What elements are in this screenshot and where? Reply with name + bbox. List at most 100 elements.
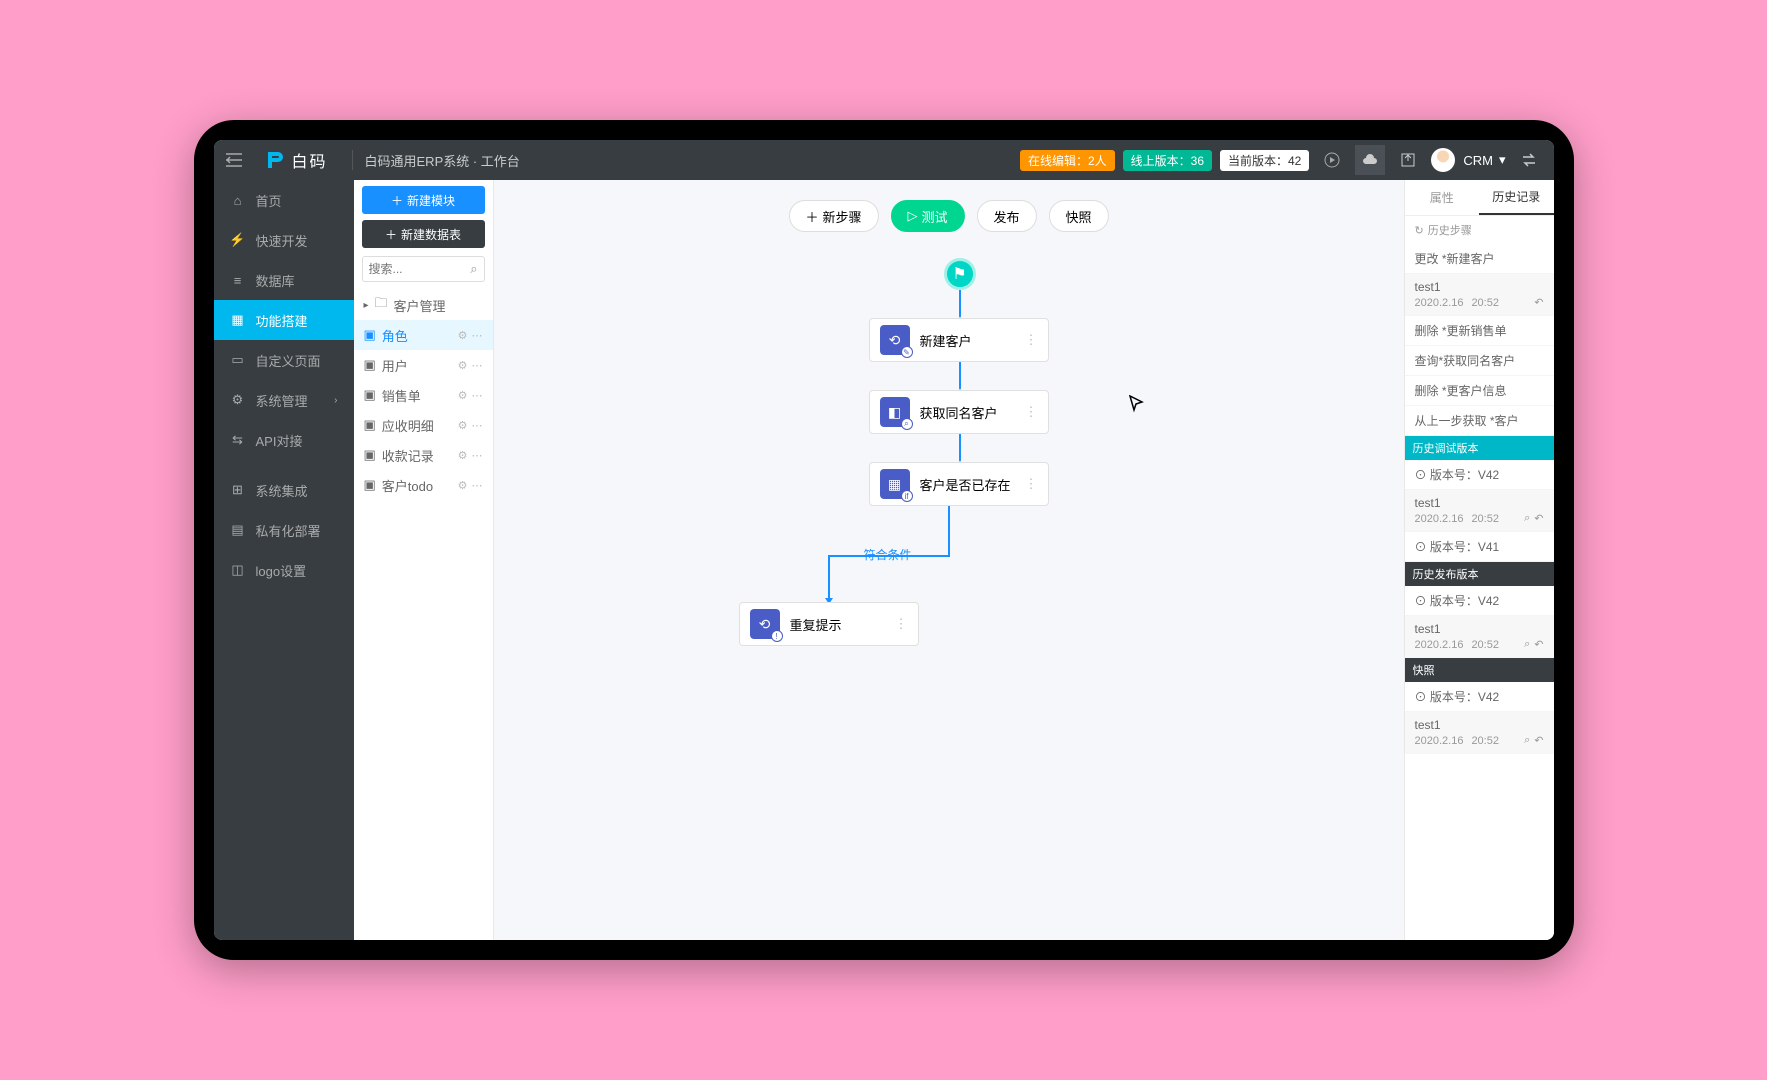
tree-item-user[interactable]: ▣用户⚙⋯: [354, 350, 493, 380]
version-entry[interactable]: test1 2020.2.1620:52⌕↶: [1405, 712, 1554, 754]
tree-item-receivable[interactable]: ▣应收明细⚙⋯: [354, 410, 493, 440]
tree-item-role[interactable]: ▣角色⚙⋯: [354, 320, 493, 350]
search-icon[interactable]: ⌕: [1524, 734, 1530, 747]
history-op[interactable]: 从上一步获取 *客户: [1405, 406, 1554, 436]
section-label: 历史步骤: [1428, 222, 1472, 238]
file-icon: ▣: [364, 327, 376, 343]
collapse-sidebar-icon[interactable]: [224, 150, 244, 170]
more-icon[interactable]: ⋯: [472, 479, 483, 492]
user-menu[interactable]: CRM ▾: [1463, 152, 1505, 168]
version-entry[interactable]: test1 2020.2.1620:52⌕↶: [1405, 490, 1554, 532]
version-value: V42: [1478, 594, 1499, 608]
revert-icon[interactable]: ↶: [1534, 512, 1543, 525]
version-row[interactable]: ⊙ 版本号：V42: [1405, 460, 1554, 490]
button-label: 发布: [994, 207, 1020, 226]
tab-history[interactable]: 历史记录: [1479, 180, 1554, 215]
badge-editing[interactable]: 在线编辑：2人: [1020, 150, 1115, 171]
flow-node-check-exists[interactable]: ▦if 客户是否已存在 ⋮: [869, 462, 1049, 506]
logo[interactable]: 白码: [252, 148, 340, 172]
flow-canvas[interactable]: ＋ 新步骤 ▷ 测试 发布 快照 ⚑ ⟲✎ 新建客户 ⋮ ◧⌕ 获取同名客户 ⋮…: [494, 180, 1404, 940]
node-more-icon[interactable]: ⋮: [1025, 476, 1038, 492]
version-label: 版本号：: [1430, 594, 1478, 608]
avatar[interactable]: [1431, 148, 1455, 172]
search-icon[interactable]: ⌕: [1524, 638, 1530, 651]
revert-icon[interactable]: ↶: [1534, 734, 1543, 747]
settings-icon[interactable]: ⚙: [458, 479, 468, 492]
version-row[interactable]: ⊙ 版本号：V42: [1405, 586, 1554, 616]
tree-item-sales[interactable]: ▣销售单⚙⋯: [354, 380, 493, 410]
more-icon[interactable]: ⋯: [472, 389, 483, 402]
canvas-toolbar: ＋ 新步骤 ▷ 测试 发布 快照: [788, 200, 1108, 232]
history-op[interactable]: 查询*获取同名客户: [1405, 346, 1554, 376]
swap-icon[interactable]: [1514, 145, 1544, 175]
node-more-icon[interactable]: ⋮: [895, 616, 908, 632]
sidebar-item-custompage[interactable]: ▭自定义页面: [214, 340, 354, 380]
flow-node-duplicate-alert[interactable]: ⟲! 重复提示 ⋮: [739, 602, 919, 646]
test-time: 20:52: [1471, 297, 1499, 309]
button-label: 快照: [1066, 207, 1092, 226]
new-module-button[interactable]: ＋ 新建模块: [362, 186, 485, 214]
history-step[interactable]: 更改 *新建客户: [1405, 244, 1554, 274]
history-test-entry[interactable]: test1 2020.2.1620:52↶: [1405, 274, 1554, 316]
sidebar-item-api[interactable]: ⇆API对接: [214, 420, 354, 460]
tree-item-todo[interactable]: ▣客户todo⚙⋯: [354, 470, 493, 500]
node-more-icon[interactable]: ⋮: [1025, 404, 1038, 420]
search-icon: ⌕: [470, 261, 477, 277]
sidebar-item-system[interactable]: ⚙系统管理›: [214, 380, 354, 420]
sidebar-label: logo设置: [256, 561, 307, 580]
snapshot-header: 快照: [1405, 658, 1554, 682]
sidebar-item-private[interactable]: ▤私有化部署: [214, 510, 354, 550]
play-icon[interactable]: [1317, 145, 1347, 175]
version-row[interactable]: ⊙ 版本号：V42: [1405, 682, 1554, 712]
node-more-icon[interactable]: ⋮: [1025, 332, 1038, 348]
tree-item-payment[interactable]: ▣收款记录⚙⋯: [354, 440, 493, 470]
cloud-icon[interactable]: [1355, 145, 1385, 175]
tab-attributes[interactable]: 属性: [1405, 180, 1480, 215]
more-icon[interactable]: ⋯: [472, 329, 483, 342]
settings-icon[interactable]: ⚙: [458, 359, 468, 372]
settings-icon[interactable]: ⚙: [458, 449, 468, 462]
snapshot-button[interactable]: 快照: [1049, 200, 1109, 232]
history-op[interactable]: 删除 *更客户信息: [1405, 376, 1554, 406]
test-time: 20:52: [1471, 639, 1499, 651]
more-icon[interactable]: ⋯: [472, 359, 483, 372]
cube-icon: ◧⌕: [880, 397, 910, 427]
revert-icon[interactable]: ↶: [1534, 638, 1543, 651]
test-time: 20:52: [1471, 735, 1499, 747]
sidebar-item-integration[interactable]: ⊞系统集成: [214, 470, 354, 510]
sidebar-item-quickdev[interactable]: ⚡快速开发: [214, 220, 354, 260]
settings-icon[interactable]: ⚙: [458, 329, 468, 342]
test-button[interactable]: ▷ 测试: [890, 200, 964, 232]
new-table-button[interactable]: ＋ 新建数据表: [362, 220, 485, 248]
version-entry[interactable]: test1 2020.2.1620:52⌕↶: [1405, 616, 1554, 658]
sidebar-item-logo[interactable]: ◫logo设置: [214, 550, 354, 590]
flow-node-new-customer[interactable]: ⟲✎ 新建客户 ⋮: [869, 318, 1049, 362]
search-box[interactable]: ⌕: [362, 256, 485, 282]
tree-folder[interactable]: ▸🗀客户管理: [354, 290, 493, 320]
cursor-icon: [1129, 395, 1145, 418]
search-icon[interactable]: ⌕: [1524, 512, 1530, 525]
sidebar-item-function[interactable]: ▦功能搭建: [214, 300, 354, 340]
settings-icon[interactable]: ⚙: [458, 419, 468, 432]
settings-icon[interactable]: ⚙: [458, 389, 468, 402]
more-icon[interactable]: ⋯: [472, 419, 483, 432]
test-name: test1: [1415, 280, 1544, 294]
sidebar-label: 快速开发: [256, 231, 308, 250]
revert-icon[interactable]: ↶: [1534, 296, 1543, 309]
sidebar-item-database[interactable]: ≡数据库: [214, 260, 354, 300]
start-flag[interactable]: ⚑: [944, 258, 976, 290]
publish-button[interactable]: 发布: [977, 200, 1037, 232]
export-icon[interactable]: [1393, 145, 1423, 175]
sidebar-item-home[interactable]: ⌂首页: [214, 180, 354, 220]
new-step-button[interactable]: ＋ 新步骤: [788, 200, 878, 232]
database-icon: ≡: [230, 273, 246, 288]
version-row[interactable]: ⊙ 版本号：V41: [1405, 532, 1554, 562]
flow-node-get-same-name[interactable]: ◧⌕ 获取同名客户 ⋮: [869, 390, 1049, 434]
badge-current-version[interactable]: 当前版本：42: [1220, 150, 1309, 171]
history-op[interactable]: 删除 *更新销售单: [1405, 316, 1554, 346]
more-icon[interactable]: ⋯: [472, 449, 483, 462]
sidebar-label: 系统集成: [256, 481, 308, 500]
search-input[interactable]: [369, 262, 471, 276]
badge-online-version[interactable]: 线上版本：36: [1123, 150, 1212, 171]
file-icon: ▣: [364, 357, 376, 373]
